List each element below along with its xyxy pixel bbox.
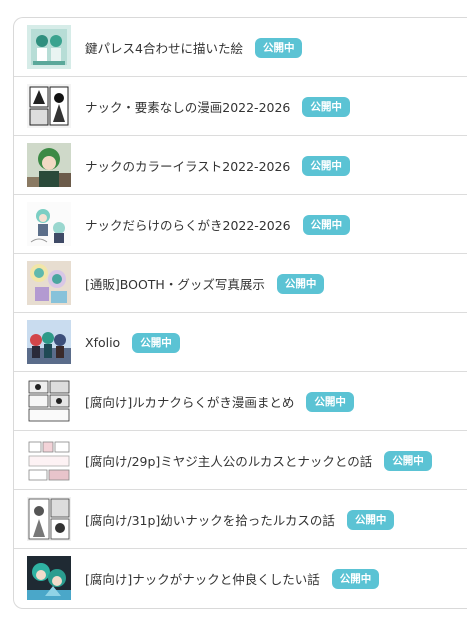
status-badge: 公開中 <box>132 332 180 353</box>
status-badge: 公開中 <box>276 273 325 294</box>
status-badge: 公開中 <box>302 155 350 176</box>
item-title[interactable]: [腐向け/29p]ミヤジ主人公のルカスとナックとの話 <box>85 451 372 470</box>
item-title[interactable]: [通販]BOOTH・グッズ写真展示 <box>85 274 265 293</box>
item-title[interactable]: ナック・要素なしの漫画2022-2026 <box>85 97 290 116</box>
manga-page-thumbnail-icon[interactable] <box>27 84 71 128</box>
item-title[interactable]: ナックだらけのらくがき2022-2026 <box>85 215 291 234</box>
list-item[interactable]: [通販]BOOTH・グッズ写真展示 公開中 <box>14 254 467 313</box>
item-title-group: [腐向け/31p]幼いナックを拾ったルカスの話 公開中 <box>85 490 395 549</box>
item-title-group: Xfolio 公開中 <box>85 313 180 372</box>
list-item[interactable]: ナックのカラーイラスト2022-2026 公開中 <box>14 136 467 195</box>
list-item[interactable]: [腐向け]ルカナクらくがき漫画まとめ 公開中 <box>14 372 467 431</box>
item-title-group: ナックだらけのらくがき2022-2026 公開中 <box>85 195 351 254</box>
comic-page-thumbnail-icon[interactable] <box>27 438 71 482</box>
item-title-group: ナックのカラーイラスト2022-2026 公開中 <box>85 136 350 195</box>
item-title[interactable]: [腐向け/31p]幼いナックを拾ったルカスの話 <box>85 510 335 529</box>
group-illustration-thumbnail-icon[interactable] <box>27 320 71 364</box>
cover-art-thumbnail-icon[interactable] <box>27 556 71 600</box>
status-badge: 公開中 <box>346 509 395 530</box>
item-title-group: 鍵パレス4合わせに描いた絵 公開中 <box>85 18 303 77</box>
status-badge: 公開中 <box>254 37 303 58</box>
item-title[interactable]: ナックのカラーイラスト2022-2026 <box>85 156 290 175</box>
list-item[interactable]: Xfolio 公開中 <box>14 313 467 372</box>
teal-character-thumbnail-icon[interactable] <box>27 25 71 69</box>
item-title-group: [腐向け]ルカナクらくがき漫画まとめ 公開中 <box>85 372 354 431</box>
item-title[interactable]: Xfolio <box>85 335 120 350</box>
item-title[interactable]: 鍵パレス4合わせに描いた絵 <box>85 38 243 57</box>
item-title-group: [通販]BOOTH・グッズ写真展示 公開中 <box>85 254 325 313</box>
status-badge: 公開中 <box>331 568 380 589</box>
color-illustration-thumbnail-icon[interactable] <box>27 143 71 187</box>
status-badge: 公開中 <box>302 214 351 235</box>
list-item[interactable]: [腐向け/29p]ミヤジ主人公のルカスとナックとの話 公開中 <box>14 431 467 490</box>
list-item[interactable]: ナックだらけのらくがき2022-2026 公開中 <box>14 195 467 254</box>
list-item[interactable]: ナック・要素なしの漫画2022-2026 公開中 <box>14 77 467 136</box>
sketch-thumbnail-icon[interactable] <box>27 202 71 246</box>
status-badge: 公開中 <box>302 96 350 117</box>
merch-photo-thumbnail-icon[interactable] <box>27 261 71 305</box>
item-title-group: [腐向け/29p]ミヤジ主人公のルカスとナックとの話 公開中 <box>85 431 432 490</box>
gallery-list: 鍵パレス4合わせに描いた絵 公開中 ナック・要素なしの漫画2022-2026 公… <box>13 17 467 609</box>
comic-strip-thumbnail-icon[interactable] <box>27 379 71 423</box>
status-badge: 公開中 <box>384 450 432 471</box>
item-title[interactable]: [腐向け]ナックがナックと仲良くしたい話 <box>85 569 320 588</box>
list-item[interactable]: 鍵パレス4合わせに描いた絵 公開中 <box>14 18 467 77</box>
item-title-group: [腐向け]ナックがナックと仲良くしたい話 公開中 <box>85 549 380 608</box>
comic-panels-thumbnail-icon[interactable] <box>27 497 71 541</box>
status-badge: 公開中 <box>306 391 354 412</box>
item-title[interactable]: [腐向け]ルカナクらくがき漫画まとめ <box>85 392 294 411</box>
list-item[interactable]: [腐向け/31p]幼いナックを拾ったルカスの話 公開中 <box>14 490 467 549</box>
item-title-group: ナック・要素なしの漫画2022-2026 公開中 <box>85 77 350 136</box>
list-item[interactable]: [腐向け]ナックがナックと仲良くしたい話 公開中 <box>14 549 467 608</box>
